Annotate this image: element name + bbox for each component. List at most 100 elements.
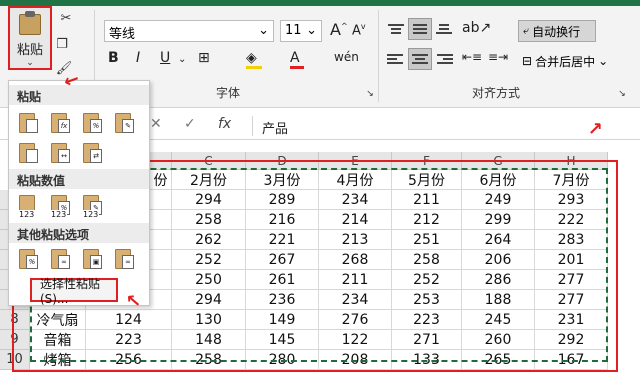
table-cell[interactable]: 289 [246, 190, 319, 210]
table-cell[interactable]: 294 [172, 190, 246, 210]
table-cell[interactable]: 236 [246, 290, 319, 310]
table-cell[interactable]: 252 [172, 250, 246, 270]
paste-picture-icon[interactable]: ▣ [81, 247, 105, 273]
increase-indent-icon[interactable]: ≡⇥ [488, 50, 508, 64]
paste-no-borders-icon[interactable] [17, 141, 41, 167]
cut-icon[interactable]: ✂ [58, 10, 74, 26]
decrease-indent-icon[interactable]: ⇤≡ [462, 50, 482, 64]
align-middle-button[interactable] [408, 18, 432, 40]
borders-icon[interactable]: ⊞ [198, 50, 210, 66]
font-name-select[interactable]: 等线 ⌄ [104, 20, 274, 42]
paste-link-icon[interactable]: ∞ [49, 247, 73, 273]
dialog-launcher-icon[interactable]: ↘ [614, 86, 630, 102]
wrap-text-button[interactable]: ⤶ 自动换行 [518, 20, 596, 42]
table-cell[interactable]: 292 [535, 330, 608, 350]
grow-font-button[interactable]: A^ [330, 20, 348, 39]
table-cell[interactable]: 249 [462, 190, 535, 210]
paste-transpose-icon[interactable]: ⇄ [81, 141, 105, 167]
table-cell[interactable]: 212 [392, 210, 462, 230]
table-cell[interactable]: 245 [462, 310, 535, 330]
align-bottom-button[interactable] [432, 18, 456, 40]
table-cell[interactable]: 208 [319, 350, 392, 370]
paste-formatting-icon[interactable]: % [17, 247, 41, 273]
table-cell[interactable]: 293 [535, 190, 608, 210]
row-header[interactable]: 8 [0, 310, 30, 330]
table-cell[interactable]: 267 [246, 250, 319, 270]
paste-values-icon[interactable]: 123 [17, 193, 41, 219]
table-header-cell[interactable]: 7月份 [535, 170, 608, 190]
italic-button[interactable]: I [136, 50, 140, 66]
table-cell[interactable]: 音箱 [30, 330, 86, 350]
table-cell[interactable]: 211 [392, 190, 462, 210]
table-cell[interactable]: 271 [392, 330, 462, 350]
paste-values-number-format-icon[interactable]: % 123 [49, 193, 73, 219]
table-cell[interactable]: 299 [462, 210, 535, 230]
table-cell[interactable]: 211 [319, 270, 392, 290]
table-cell[interactable]: 276 [319, 310, 392, 330]
table-header-cell[interactable]: 3月份 [246, 170, 319, 190]
table-cell[interactable]: 261 [246, 270, 319, 290]
table-cell[interactable]: 167 [535, 350, 608, 370]
dialog-launcher-icon[interactable]: ↘ [362, 86, 378, 102]
align-center-button[interactable] [408, 48, 432, 70]
table-cell[interactable]: 冷气扇 [30, 310, 86, 330]
phonetic-icon[interactable]: wén [334, 50, 359, 64]
table-cell[interactable]: 烤箱 [30, 350, 86, 370]
paste-keep-source-format-icon[interactable]: ✎ [113, 111, 137, 137]
table-cell[interactable]: 223 [86, 330, 172, 350]
column-header[interactable]: G [462, 152, 535, 170]
table-cell[interactable]: 262 [172, 230, 246, 250]
align-top-button[interactable] [384, 18, 408, 40]
table-header-cell[interactable]: 4月份 [319, 170, 392, 190]
table-cell[interactable]: 124 [86, 310, 172, 330]
table-cell[interactable]: 286 [462, 270, 535, 290]
font-size-select[interactable]: 11 ⌄ [280, 20, 322, 42]
shrink-font-button[interactable]: Av [352, 22, 366, 38]
table-cell[interactable]: 201 [535, 250, 608, 270]
row-header[interactable]: 9 [0, 330, 30, 350]
table-header-cell[interactable]: 5月份 [392, 170, 462, 190]
table-cell[interactable]: 份 [150, 170, 172, 190]
table-cell[interactable]: 268 [319, 250, 392, 270]
table-cell[interactable]: 223 [392, 310, 462, 330]
underline-button[interactable]: U [160, 50, 170, 66]
table-cell[interactable]: 277 [535, 270, 608, 290]
table-cell[interactable]: 234 [319, 290, 392, 310]
row-header[interactable]: 10 [0, 350, 30, 370]
table-cell[interactable]: 188 [462, 290, 535, 310]
paste-values-source-format-icon[interactable]: ✎ 123 [81, 193, 105, 219]
table-cell[interactable]: 133 [392, 350, 462, 370]
table-cell[interactable]: 253 [392, 290, 462, 310]
table-cell[interactable]: 234 [319, 190, 392, 210]
table-cell[interactable]: 231 [535, 310, 608, 330]
enter-icon[interactable]: ✓ [184, 116, 196, 132]
table-cell[interactable]: 256 [86, 350, 172, 370]
font-color-button[interactable]: A [290, 50, 304, 69]
paste-column-widths-icon[interactable]: ↔ [49, 141, 73, 167]
table-cell[interactable]: 213 [319, 230, 392, 250]
align-left-button[interactable] [384, 48, 408, 70]
column-header[interactable]: F [392, 152, 462, 170]
table-cell[interactable]: 148 [172, 330, 246, 350]
table-cell[interactable]: 130 [172, 310, 246, 330]
table-cell[interactable]: 258 [172, 210, 246, 230]
fill-color-icon[interactable]: ◈ [246, 50, 262, 69]
table-cell[interactable]: 221 [246, 230, 319, 250]
column-header[interactable]: D [246, 152, 319, 170]
align-right-button[interactable] [432, 48, 456, 70]
table-cell[interactable]: 251 [392, 230, 462, 250]
table-cell[interactable]: 258 [172, 350, 246, 370]
column-header[interactable]: C [172, 152, 246, 170]
table-cell[interactable]: 252 [392, 270, 462, 290]
table-cell[interactable]: 250 [172, 270, 246, 290]
table-cell[interactable]: 294 [172, 290, 246, 310]
column-header[interactable] [150, 152, 172, 170]
paste-icon[interactable] [17, 111, 41, 137]
table-cell[interactable]: 122 [319, 330, 392, 350]
column-header[interactable]: E [319, 152, 392, 170]
cancel-icon[interactable]: ✕ [150, 116, 162, 132]
insert-function-button[interactable]: fx [218, 116, 231, 132]
table-cell[interactable]: 149 [246, 310, 319, 330]
table-cell[interactable]: 258 [392, 250, 462, 270]
table-cell[interactable]: 214 [319, 210, 392, 230]
